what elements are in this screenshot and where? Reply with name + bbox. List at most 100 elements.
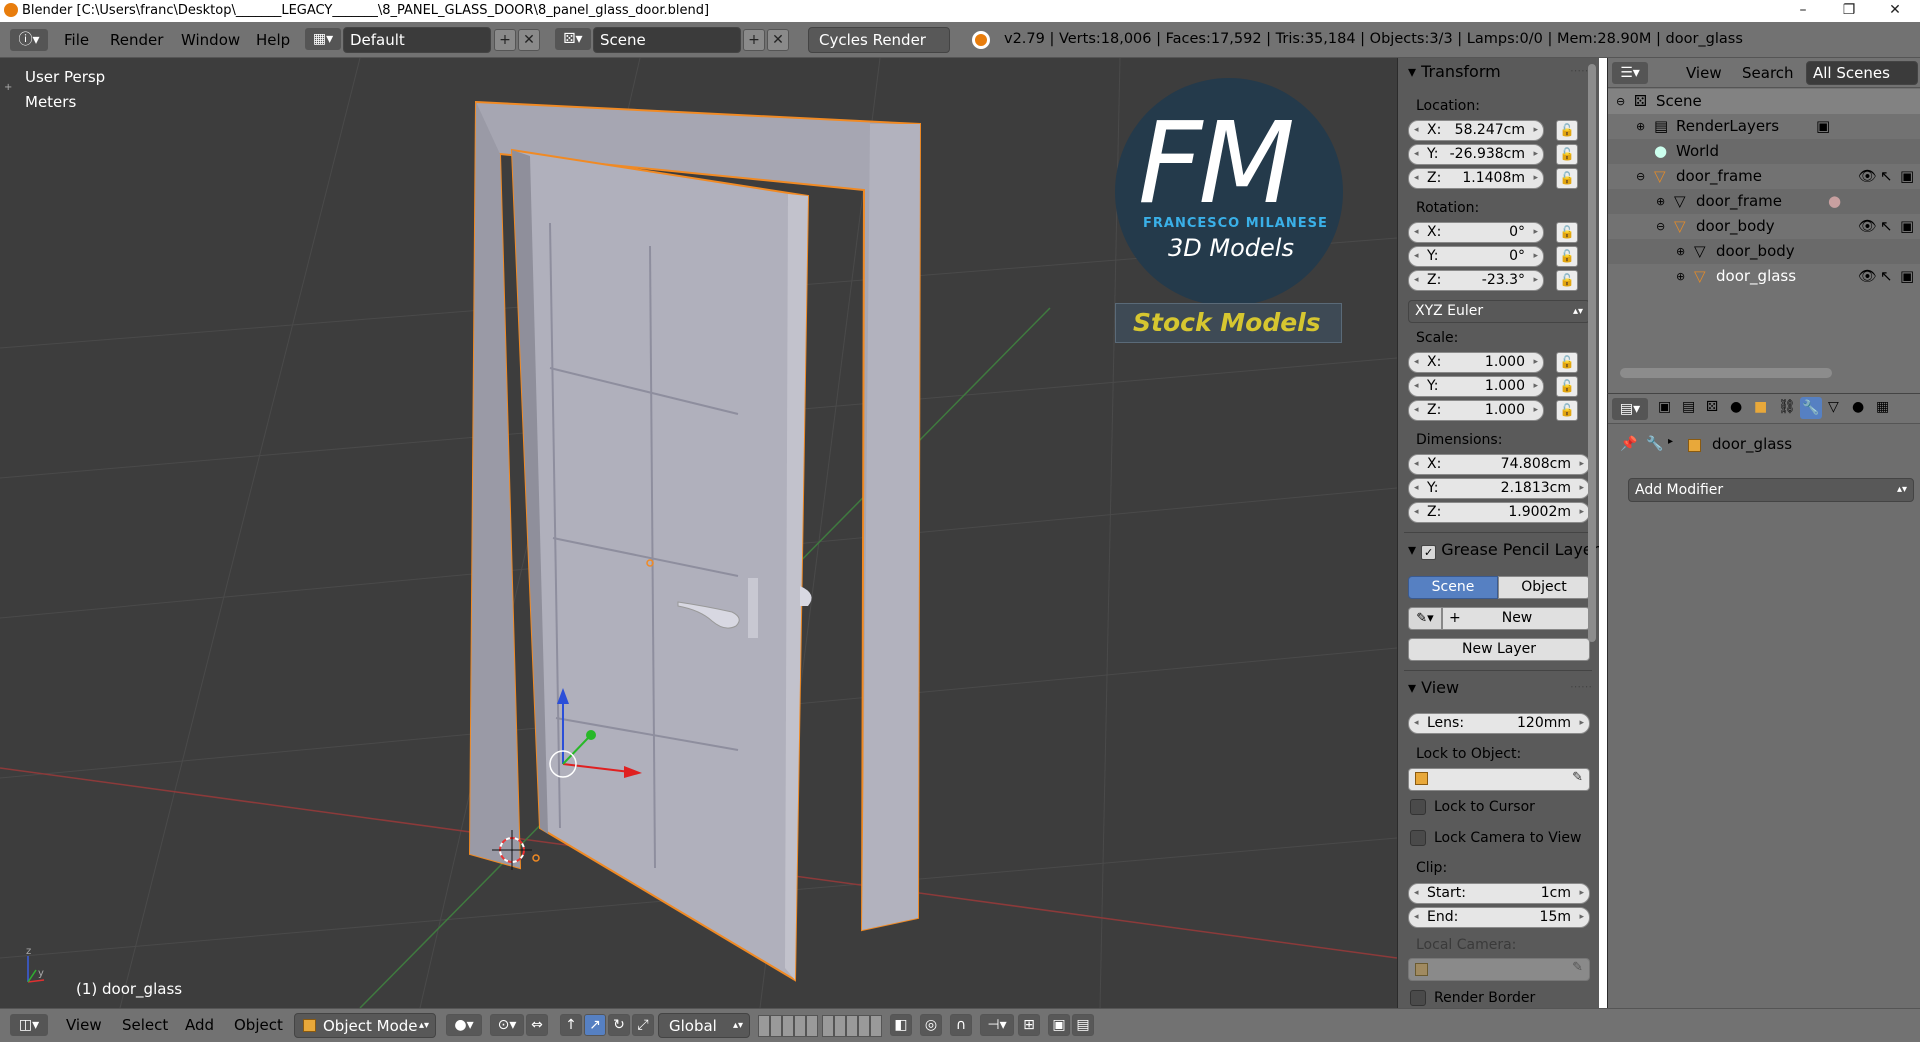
select-arrow-icon[interactable]: ↖	[1880, 164, 1893, 189]
transform-panel-header[interactable]: ▾ Transform	[1408, 62, 1501, 81]
outliner-search-menu[interactable]: Search	[1742, 64, 1794, 82]
remove-layout-icon[interactable]: ✕	[518, 29, 540, 51]
lock-icon[interactable]: 🔓	[1556, 376, 1578, 397]
scale-x-field[interactable]: ◂ X: 1.000 ▸	[1408, 352, 1544, 373]
lock-icon[interactable]: 🔓	[1556, 120, 1578, 141]
visibility-eye-icon[interactable]: 👁	[1858, 264, 1877, 289]
properties-editor-icon[interactable]: ▤▾	[1612, 398, 1648, 420]
menu-render[interactable]: Render	[110, 31, 163, 49]
lock-icon[interactable]: 🔓	[1556, 270, 1578, 291]
select-arrow-icon[interactable]: ↖	[1880, 264, 1893, 289]
interaction-mode-select[interactable]: Object Mode ▴▾	[294, 1013, 436, 1038]
manipulator-icon[interactable]: ⇔	[526, 1014, 548, 1036]
collapse-icon[interactable]: ⊖	[1636, 164, 1645, 189]
outliner-editor-icon[interactable]: ☰▾	[1612, 62, 1648, 84]
rotation-x-field[interactable]: ◂ X: 0° ▸	[1408, 222, 1544, 243]
layers-grid-1[interactable]	[758, 1015, 818, 1037]
visibility-eye-icon[interactable]: 👁	[1858, 214, 1877, 239]
select-arrow-icon[interactable]: ↖	[1880, 214, 1893, 239]
dimensions-x-field[interactable]: ◂ X: 74.808cm ▸	[1408, 454, 1590, 475]
outliner-item-renderlayers[interactable]: ⊕ ▤ RenderLayers ▣	[1608, 114, 1920, 139]
layers-grid-2[interactable]	[822, 1015, 882, 1037]
render-layers-tab-icon[interactable]: ▤	[1682, 399, 1695, 415]
outliner-view-menu[interactable]: View	[1686, 64, 1722, 82]
outliner-item-door-frame-mesh[interactable]: ⊕ ▽ door_frame ●	[1608, 189, 1920, 214]
snap-target-icon[interactable]: ⊞	[1018, 1014, 1040, 1036]
texture-tab-icon[interactable]: ▦	[1876, 399, 1889, 415]
clip-start-field[interactable]: ◂ Start: 1cm ▸	[1408, 883, 1590, 904]
menu-file[interactable]: File	[64, 31, 89, 49]
scene-tab-icon[interactable]: ⚄	[1706, 399, 1718, 415]
add-modifier-select[interactable]: Add Modifier ▴▾	[1628, 478, 1914, 502]
lock-object-field[interactable]: ✎	[1408, 768, 1590, 791]
pencil-icon[interactable]: ✎▾	[1408, 607, 1442, 630]
scene-icon[interactable]: ⚄▾	[555, 28, 591, 50]
lock-icon[interactable]: 🔓	[1556, 168, 1578, 189]
outliner-item-door-body[interactable]: ⊖ ▽ door_body 👁 ↖ ▣	[1608, 214, 1920, 239]
location-y-field[interactable]: ◂ Y: -26.938cm ▸	[1408, 144, 1544, 165]
eyedropper-icon[interactable]: ✎	[1572, 960, 1583, 975]
gp-tab-object[interactable]: Object	[1498, 576, 1590, 599]
modifiers-tab-icon[interactable]: 🔧	[1800, 397, 1822, 419]
editor-type-info-icon[interactable]: ⓘ▾	[10, 29, 48, 51]
render-camera-icon[interactable]: ▣	[1900, 214, 1914, 239]
snap-element-icon[interactable]: ⊣▾	[980, 1014, 1014, 1036]
outliner-filter-select[interactable]: All Scenes	[1806, 61, 1918, 85]
new-layer-button[interactable]: New Layer	[1408, 638, 1590, 661]
clip-end-field[interactable]: ◂ End: 15m ▸	[1408, 907, 1590, 928]
proportional-edit-icon[interactable]: ◎	[920, 1014, 942, 1036]
close-button[interactable]: ✕	[1872, 0, 1918, 22]
menu-object[interactable]: Object	[234, 1016, 283, 1034]
render-tab-icon[interactable]: ▣	[1658, 399, 1671, 415]
collapse-icon[interactable]: ⊖	[1616, 89, 1625, 114]
pivot-point-icon[interactable]: ⊙▾	[490, 1014, 524, 1036]
rotate-manipulator-icon[interactable]: ↻	[608, 1014, 630, 1036]
viewport-shading-icon[interactable]: ●▾	[446, 1014, 482, 1036]
lens-field[interactable]: ◂ Lens: 120mm ▸	[1408, 713, 1590, 734]
remove-scene-icon[interactable]: ✕	[767, 29, 789, 51]
lock-to-cursor-checkbox[interactable]	[1410, 799, 1426, 815]
move-manipulator-icon[interactable]: ↗	[584, 1014, 606, 1036]
expand-icon[interactable]: ⊕	[1656, 189, 1665, 214]
rotation-mode-select[interactable]: XYZ Euler ▴▾	[1408, 300, 1590, 323]
rotation-y-field[interactable]: ◂ Y: 0° ▸	[1408, 246, 1544, 267]
add-scene-icon[interactable]: +	[743, 29, 765, 51]
snap-magnet-icon[interactable]: ∩	[950, 1014, 972, 1036]
outliner-horizontal-scrollbar[interactable]	[1620, 368, 1832, 378]
editor-type-3dview-icon[interactable]: ◫▾	[10, 1014, 48, 1036]
render-still-icon[interactable]: ▣	[1048, 1014, 1070, 1036]
scale-y-field[interactable]: ◂ Y: 1.000 ▸	[1408, 376, 1544, 397]
render-camera-icon[interactable]: ▣	[1900, 264, 1914, 289]
lock-icon[interactable]: 🔓	[1556, 352, 1578, 373]
outliner-item-door-frame[interactable]: ⊖ ▽ door_frame 👁 ↖ ▣	[1608, 164, 1920, 189]
menu-add[interactable]: Add	[185, 1016, 214, 1034]
constraints-tab-icon[interactable]: ⛓	[1778, 399, 1796, 415]
menu-help[interactable]: Help	[256, 31, 290, 49]
object-tab-icon[interactable]: ■	[1754, 399, 1767, 415]
screen-layout-select[interactable]: Default	[343, 27, 491, 53]
gp-new-button[interactable]: + New	[1442, 607, 1590, 630]
expand-icon[interactable]: ⊕	[1636, 114, 1645, 139]
screen-layout-icon[interactable]: ▦▾	[305, 28, 341, 50]
menu-view[interactable]: View	[66, 1016, 102, 1034]
maximize-button[interactable]: ❐	[1826, 0, 1872, 22]
lock-icon[interactable]: 🔓	[1556, 400, 1578, 421]
lock-camera-checkbox[interactable]	[1410, 830, 1426, 846]
scale-manipulator-icon[interactable]: ⤢	[632, 1014, 654, 1036]
grease-pencil-panel-header[interactable]: ▾ ✓ Grease Pencil Layer	[1408, 540, 1599, 560]
location-x-field[interactable]: ◂ X: 58.247cm ▸	[1408, 120, 1544, 141]
scale-z-field[interactable]: ◂ Z: 1.000 ▸	[1408, 400, 1544, 421]
outliner-item-world[interactable]: ● World	[1608, 139, 1920, 164]
view-panel-header[interactable]: ▾ View	[1408, 678, 1459, 697]
lock-icon[interactable]: 🔓	[1556, 246, 1578, 267]
render-engine-select[interactable]: Cycles Render	[808, 27, 950, 53]
collapse-icon[interactable]: ⊖	[1656, 214, 1665, 239]
menu-window[interactable]: Window	[181, 31, 240, 49]
material-tab-icon[interactable]: ●	[1852, 399, 1864, 415]
toolshelf-toggle-icon[interactable]: +	[4, 82, 12, 93]
3d-viewport[interactable]: z y User Persp Meters (1) door_glass + F…	[0, 58, 1397, 1008]
shelf-scrollbar[interactable]	[1588, 64, 1596, 642]
scene-select[interactable]: Scene	[593, 27, 741, 53]
lock-icon[interactable]: 🔓	[1556, 222, 1578, 243]
translate-icon[interactable]: ↑	[560, 1014, 582, 1036]
